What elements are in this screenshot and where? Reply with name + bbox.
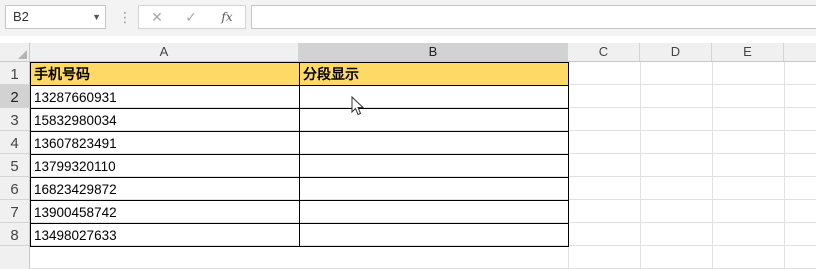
- mouse-pointer-icon: [351, 96, 364, 116]
- select-all-icon: [18, 50, 27, 59]
- segmented-cell[interactable]: [299, 223, 569, 247]
- phone-cell[interactable]: 15832980034: [30, 108, 300, 132]
- table-row: 16823429872: [30, 177, 569, 201]
- phone-cell[interactable]: 13799320110: [30, 154, 300, 178]
- segmented-cell[interactable]: [299, 177, 569, 201]
- phone-cell[interactable]: 16823429872: [30, 177, 300, 201]
- gridline: [784, 62, 785, 269]
- enter-icon[interactable]: ✓: [179, 8, 203, 26]
- row-header-6[interactable]: 6: [0, 177, 29, 200]
- column-header-d[interactable]: D: [640, 43, 712, 61]
- phone-cell[interactable]: 13900458742: [30, 200, 300, 224]
- table-row: 13900458742: [30, 200, 569, 224]
- segmented-cell[interactable]: [299, 154, 569, 178]
- column-header-a[interactable]: A: [30, 43, 299, 61]
- row-header-8[interactable]: 8: [0, 223, 29, 246]
- chevron-down-icon[interactable]: ▼: [92, 6, 101, 28]
- row-header-4[interactable]: 4: [0, 131, 29, 154]
- table-row: 15832980034: [30, 108, 569, 132]
- phone-cell[interactable]: 13607823491: [30, 131, 300, 155]
- segmented-cell[interactable]: [299, 200, 569, 224]
- insert-function-icon[interactable]: fx: [215, 8, 239, 26]
- table-row: 13287660931: [30, 85, 569, 109]
- row-header-5[interactable]: 5: [0, 154, 29, 177]
- column-header-b[interactable]: B: [299, 43, 568, 61]
- row-header-7[interactable]: 7: [0, 200, 29, 223]
- row-header-column: 1 2 3 4 5 6 7 8: [0, 62, 30, 269]
- data-table: 手机号码 分段显示 13287660931 15832980034 136078…: [30, 62, 569, 247]
- row-header-1[interactable]: 1: [0, 62, 29, 85]
- header-cell-phone[interactable]: 手机号码: [30, 62, 300, 86]
- segmented-cell[interactable]: [299, 108, 569, 132]
- table-row: 13498027633: [30, 223, 569, 247]
- cell-grid[interactable]: 手机号码 分段显示 13287660931 15832980034 136078…: [30, 62, 816, 269]
- table-header-row: 手机号码 分段显示: [30, 62, 569, 86]
- gridline: [712, 62, 713, 269]
- cancel-icon[interactable]: ✕: [145, 8, 169, 26]
- header-cell-segmented[interactable]: 分段显示: [299, 62, 569, 86]
- row-header-2[interactable]: 2: [0, 85, 29, 108]
- segmented-cell[interactable]: [299, 85, 569, 109]
- name-box[interactable]: B2 ▼: [5, 5, 106, 29]
- table-row: 13607823491: [30, 131, 569, 155]
- segmented-cell[interactable]: [299, 131, 569, 155]
- more-options-icon[interactable]: ⋮: [118, 8, 132, 26]
- column-header-row: A B C D E: [0, 43, 816, 62]
- row-header-3[interactable]: 3: [0, 108, 29, 131]
- row-header-9[interactable]: [0, 246, 29, 269]
- formula-buttons: ✕ ✓ fx: [138, 5, 246, 29]
- phone-cell[interactable]: 13287660931: [30, 85, 300, 109]
- name-box-value: B2: [13, 9, 29, 24]
- column-header-e[interactable]: E: [712, 43, 784, 61]
- formula-input[interactable]: [251, 5, 816, 29]
- gridline: [640, 62, 641, 269]
- column-header-c[interactable]: C: [568, 43, 640, 61]
- formula-bar: B2 ▼ ⋮ ✕ ✓ fx: [0, 0, 816, 36]
- phone-cell[interactable]: 13498027633: [30, 223, 300, 247]
- select-all-button[interactable]: [0, 43, 30, 61]
- table-row: 13799320110: [30, 154, 569, 178]
